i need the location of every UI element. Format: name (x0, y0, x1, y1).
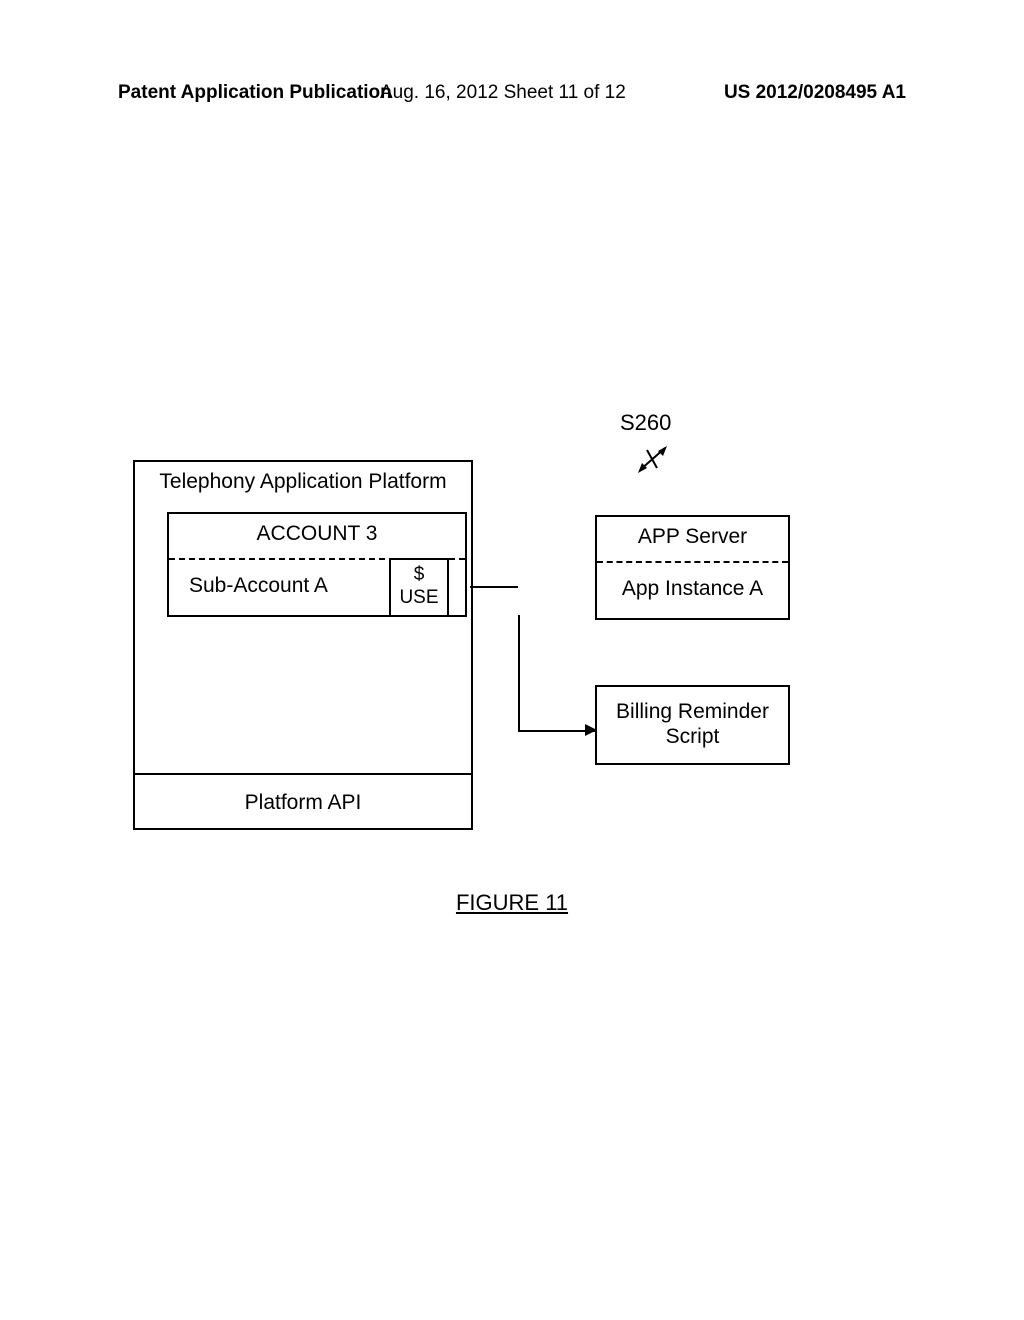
connector-usage-out (470, 586, 518, 588)
s260-arrow-icon (635, 440, 675, 483)
s260-step-label: S260 (620, 410, 671, 436)
usage-dollar: $ (391, 564, 447, 587)
header-publication: Patent Application Publication (118, 82, 392, 104)
page-header: Patent Application Publication Aug. 16, … (0, 82, 1024, 104)
billing-line2: Script (597, 724, 788, 749)
usage-box: $ USE (389, 558, 449, 617)
billing-arrowhead-icon (585, 724, 597, 736)
header-date-sheet: Aug. 16, 2012 Sheet 11 of 12 (380, 82, 626, 104)
billing-line1: Billing Reminder (597, 699, 788, 724)
platform-api-label: Platform API (135, 773, 471, 828)
app-server-divider (597, 561, 788, 563)
app-instance-label: App Instance A (597, 577, 788, 601)
platform-title: Telephony Application Platform (135, 470, 471, 494)
billing-reminder-box: Billing Reminder Script (595, 685, 790, 765)
header-patent-number: US 2012/0208495 A1 (724, 82, 906, 104)
account-title: ACCOUNT 3 (169, 522, 465, 546)
app-server-box: APP Server App Instance A (595, 515, 790, 620)
connector-down-to-billing (518, 615, 520, 730)
subaccount-label: Sub-Account A (189, 574, 328, 598)
telephony-platform-box: Telephony Application Platform ACCOUNT 3… (133, 460, 473, 830)
figure-caption: FIGURE 11 (0, 890, 1024, 916)
connector-right-to-billing (518, 730, 595, 732)
usage-use: USE (391, 587, 447, 610)
app-server-title: APP Server (597, 525, 788, 549)
account-box: ACCOUNT 3 Sub-Account A $ USE (167, 512, 467, 617)
